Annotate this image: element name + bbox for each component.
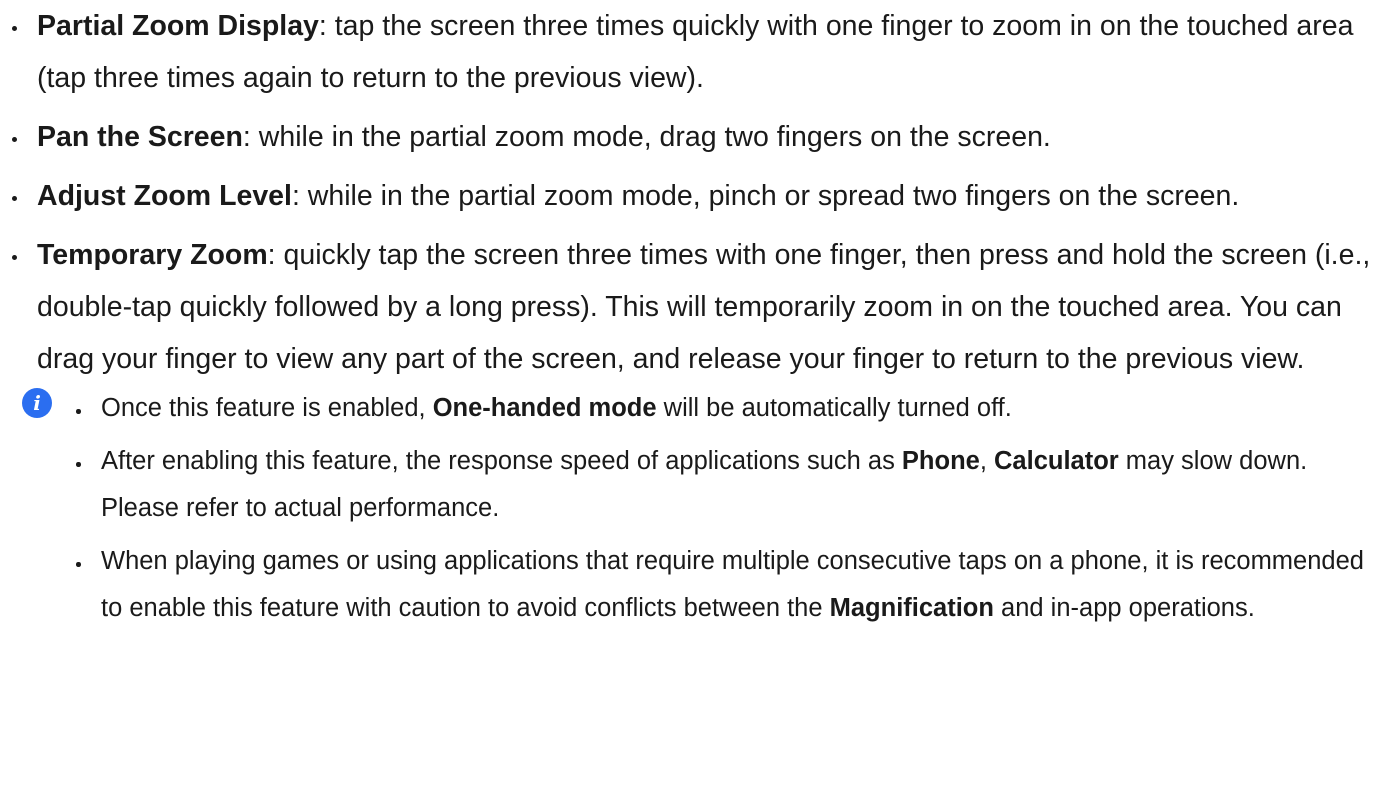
gesture-list: Partial Zoom Display: tap the screen thr… <box>0 0 1384 385</box>
note-bold-term: Phone <box>901 447 980 475</box>
note-item-response-speed: After enabling this feature, the respons… <box>0 438 1384 532</box>
item-title: Adjust Zoom Level <box>37 180 292 212</box>
bullet-dot <box>76 409 81 414</box>
note-bold-term: Calculator <box>994 447 1119 475</box>
list-item-adjust-zoom: Adjust Zoom Level: while in the partial … <box>0 170 1384 222</box>
bullet-dot <box>12 137 17 142</box>
item-text: : while in the partial zoom mode, drag t… <box>242 121 1051 153</box>
bullet-dot <box>12 196 17 201</box>
item-title: Partial Zoom Display <box>37 10 319 42</box>
bullet-dot <box>76 462 81 467</box>
note-bold-term: One-handed mode <box>432 394 657 422</box>
bullet-dot <box>76 562 81 567</box>
list-item-temporary-zoom: Temporary Zoom: quickly tap the screen t… <box>0 229 1384 385</box>
item-text: : while in the partial zoom mode, pinch … <box>291 180 1240 212</box>
list-item-partial-zoom: Partial Zoom Display: tap the screen thr… <box>0 0 1384 104</box>
note-text: After enabling this feature, the respons… <box>101 447 902 475</box>
note-item-games-caution: When playing games or using applications… <box>0 538 1384 632</box>
note-text: and in-app operations. <box>993 594 1255 622</box>
note-bold-term: Magnification <box>829 594 994 622</box>
item-title: Pan the Screen <box>37 121 243 153</box>
document: Partial Zoom Display: tap the screen thr… <box>0 0 1384 638</box>
note-section: i Once this feature is enabled, One-hand… <box>0 385 1384 632</box>
note-text: , <box>979 447 995 475</box>
item-title: Temporary Zoom <box>37 239 268 271</box>
bullet-dot <box>12 255 17 260</box>
note-text: will be automatically turned off. <box>656 394 1012 422</box>
note-text: Once this feature is enabled, <box>101 394 433 422</box>
bullet-dot <box>12 26 17 31</box>
note-list: Once this feature is enabled, One-handed… <box>0 385 1384 632</box>
note-item-one-handed: Once this feature is enabled, One-handed… <box>0 385 1384 432</box>
list-item-pan-screen: Pan the Screen: while in the partial zoo… <box>0 111 1384 163</box>
